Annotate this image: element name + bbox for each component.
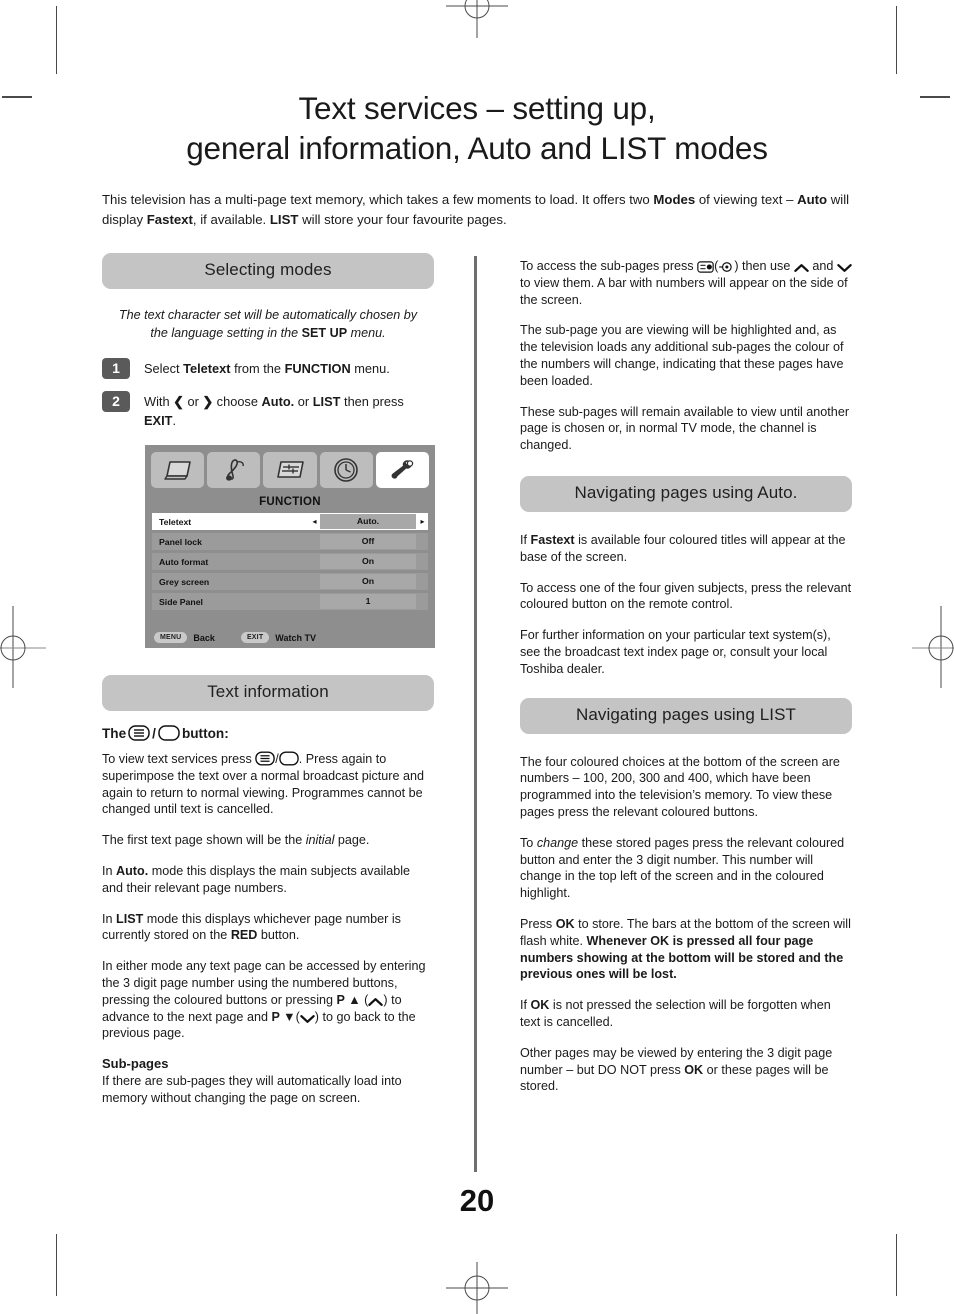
step-number-badge: 1 [102,358,130,379]
paragraph-view-text-services: To view text services press /. Press aga… [102,751,425,817]
crop-mark-top-right [896,6,897,74]
blank-button-icon [158,725,180,741]
tv-menu-rows: Teletext ◂ Auto. ▸ Panel lock ◂ Off ▸ Au… [146,513,434,627]
paragraph-four-coloured-choices: The four coloured choices at the bottom … [520,754,840,819]
chevron-up-icon [368,997,384,1007]
text-button-heading-prefix: The [102,725,127,741]
section-heading-selecting-modes: Selecting modes [102,253,434,289]
column-divider [474,256,477,1172]
tv-menu-screenshot: FUNCTION Teletext ◂ Auto. ▸ Panel lock ◂… [146,446,434,647]
tv-menu-footer-label-watch-tv: Watch TV [275,632,316,643]
text-button-heading-suffix: button: [181,725,229,741]
document-page: Text services – setting up, general info… [0,0,954,1314]
tv-menu-icon-picture[interactable] [151,452,205,488]
paragraph-change-stored-pages: To change these stored pages press the r… [520,835,845,901]
paragraph-further-information: For further information on your particul… [520,628,831,676]
text-list-button-icon [128,725,150,741]
tv-menu-row-side-panel[interactable]: Side Panel ◂ 1 ▸ [152,593,428,610]
intro-paragraph: This television has a multi-page text me… [102,192,850,227]
subheading-sub-pages: Sub-pages [102,1056,169,1072]
chevron-down-icon [837,263,852,273]
crop-mark-bottom-left [56,1234,57,1296]
reveal-button-icon [718,261,734,273]
tv-menu-row-grey-screen[interactable]: Grey screen ◂ On ▸ [152,573,428,590]
text-list-button-icon [255,751,276,766]
registration-mark-left [0,596,58,696]
tv-menu-icon-clock[interactable] [319,452,373,488]
sub-page-button-icon [697,261,714,273]
tv-menu-footer: MENU Back EXIT Watch TV [146,627,434,647]
paragraph-fastext-available: If Fastext is available four coloured ti… [520,532,846,564]
tv-menu-key-menu[interactable]: MENU [154,631,188,644]
tv-menu-row-label: Grey screen [159,576,210,587]
tv-menu-icon-setup-wrench[interactable] [375,452,430,488]
tv-menu-row-label: Auto format [159,556,209,567]
crop-mark-left-edge [2,96,32,98]
paragraph-ok-not-pressed: If OK is not pressed the selection will … [520,998,831,1029]
left-column: Selecting modes The text character set w… [102,253,434,1121]
tv-menu-row-label: Side Panel [159,596,203,607]
steps-list: 1 Select Teletext from the FUNCTION menu… [102,358,434,430]
step-number-badge: 2 [102,391,130,412]
crop-mark-top-left [56,6,57,74]
tv-menu-row-value: On [320,554,416,569]
paragraph-auto-mode: In Auto. mode this displays the main sub… [102,863,411,895]
paragraph-sub-pages: If there are sub-pages they will automat… [102,1074,402,1105]
tv-menu-row-value: Auto. [320,514,416,529]
paragraph-press-ok-store: Press OK to store. The bars at the botto… [520,916,851,982]
chevron-up-icon [794,263,809,273]
chevron-down-icon [300,1014,315,1024]
tv-menu-spacer [152,613,428,627]
tv-menu-row-teletext[interactable]: Teletext ◂ Auto. ▸ [152,513,428,530]
chevron-left-icon[interactable]: ◂ [309,514,320,529]
page-number: 20 [459,1183,495,1218]
tv-menu-icon-bar [146,446,434,493]
slash-separator: / [152,725,156,741]
registration-mark-bottom [432,1262,522,1314]
paragraph-access-sub-pages: To access the sub-pages press () then us… [520,258,852,308]
tv-menu-icon-feature[interactable] [263,452,317,488]
tv-menu-row-auto-format[interactable]: Auto format ◂ On ▸ [152,553,428,570]
paragraph-four-subjects: To access one of the four given subjects… [520,580,852,612]
chevron-right-icon[interactable]: ▸ [417,514,428,529]
step-item: 2 With ❮ or ❯ choose Auto. or LIST then … [102,391,434,430]
character-set-note: The text character set will be automatic… [118,308,418,340]
paragraph-sub-pages-remain: These sub-pages will remain available to… [520,404,850,453]
tv-menu-key-exit[interactable]: EXIT [240,631,270,644]
step-text: Select Teletext from the FUNCTION menu. [144,361,390,376]
registration-mark-right [896,596,954,696]
section-heading-navigating-auto: Navigating pages using Auto. [520,475,852,512]
page-title-line-1: Text services – setting up, [298,90,656,126]
tv-menu-row-label: Panel lock [159,536,202,547]
tv-menu-row-label: Teletext [159,516,192,527]
tv-menu-icon-sound[interactable] [207,452,261,488]
paragraph-either-mode: In either mode any text page can be acce… [102,959,426,1041]
crop-mark-right-edge [920,96,950,98]
section-heading-navigating-list: Navigating pages using LIST [520,697,852,734]
paragraph-other-pages: Other pages may be viewed by entering th… [520,1045,833,1094]
paragraph-list-mode: In LIST mode this displays whichever pag… [102,911,401,943]
step-item: 1 Select Teletext from the FUNCTION menu… [102,358,434,379]
crop-mark-bottom-right [896,1234,897,1296]
tv-menu-title: FUNCTION [146,493,434,513]
registration-mark-top [432,0,522,38]
tv-menu-row-value: 1 [320,594,416,609]
paragraph-sub-page-highlight: The sub-page you are viewing will be hig… [520,323,844,388]
tv-menu-footer-label-back: Back [193,632,215,643]
section-heading-text-information: Text information [102,675,434,711]
paragraph-initial-page: The first text page shown will be the in… [102,833,370,848]
tv-menu-row-panel-lock[interactable]: Panel lock ◂ Off ▸ [152,533,428,550]
page-title-line-2: general information, Auto and LIST modes [186,130,768,166]
blank-button-icon [279,751,299,766]
step-text: With ❮ or ❯ choose Auto. or LIST then pr… [144,394,404,428]
tv-menu-row-value: On [320,574,416,589]
tv-menu-row-value: Off [320,534,416,549]
text-button-heading: The / button: [102,725,434,741]
page-title: Text services – setting up, general info… [77,88,877,168]
right-column: To access the sub-pages press () then us… [520,258,852,1109]
